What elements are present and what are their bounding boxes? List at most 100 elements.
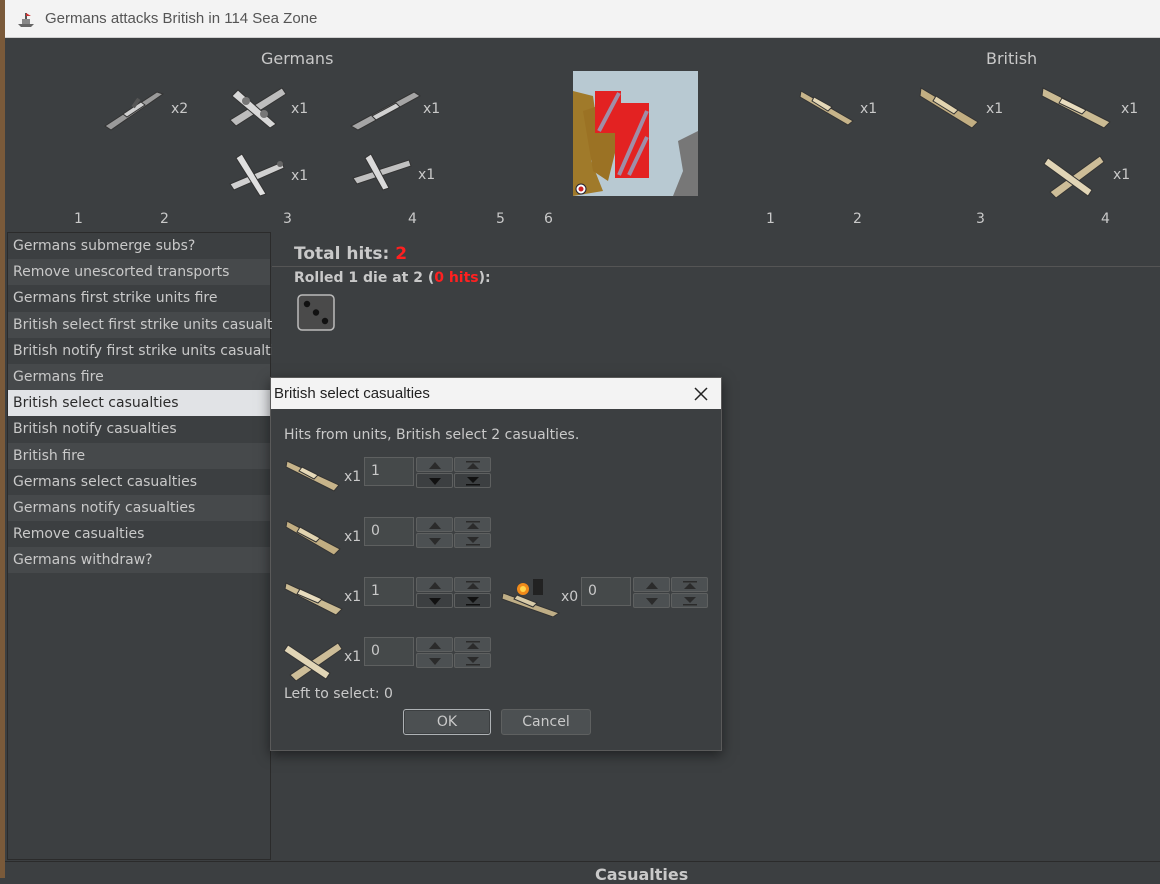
increment-button[interactable] — [416, 457, 453, 472]
min-button[interactable] — [454, 533, 491, 548]
battle-window: Germans attacks British in 114 Sea Zone … — [0, 0, 1160, 884]
casualty-row-fighter: x1 0 — [284, 637, 504, 681]
unit-count: x1 — [344, 649, 362, 665]
down-arrow-icon — [645, 597, 658, 605]
max-button[interactable] — [454, 637, 491, 652]
min-button[interactable] — [671, 593, 708, 608]
casualty-count-input[interactable]: 1 — [364, 577, 414, 606]
unit-count: x2 — [171, 101, 189, 117]
bomber-icon — [229, 87, 287, 129]
cruiser-icon — [919, 87, 979, 129]
unit-count: x1 — [344, 589, 362, 605]
dialog-message: Hits from units, British select 2 casual… — [284, 427, 580, 443]
down-arrow-icon — [428, 537, 441, 545]
max-button[interactable] — [454, 457, 491, 472]
decrement-button[interactable] — [416, 533, 453, 548]
increment-button[interactable] — [633, 577, 670, 592]
total-hits-value: 2 — [395, 244, 408, 264]
max-button[interactable] — [454, 517, 491, 532]
divider — [272, 266, 1160, 267]
min-button[interactable] — [454, 653, 491, 668]
min-arrow-icon — [682, 596, 697, 605]
max-arrow-icon — [465, 640, 480, 649]
step-item[interactable]: British notify casualties — [8, 416, 270, 442]
unit-count: x1 — [344, 469, 362, 485]
left-to-select: Left to select: 0 — [284, 686, 393, 702]
unit-count: x0 — [561, 589, 579, 605]
decrement-button[interactable] — [416, 653, 453, 668]
increment-button[interactable] — [416, 637, 453, 652]
british-cruiser-unit: x1 — [918, 80, 1038, 140]
unit-count: x1 — [1113, 167, 1131, 183]
cancel-button[interactable]: Cancel — [501, 709, 591, 735]
increment-button[interactable] — [416, 517, 453, 532]
casualty-count-input[interactable]: 0 — [364, 637, 414, 666]
min-button[interactable] — [454, 473, 491, 488]
increment-button[interactable] — [416, 577, 453, 592]
casualty-count-input[interactable]: 1 — [364, 457, 414, 486]
british-dice-axis-label: 3 — [976, 211, 985, 227]
casualties-bar: Casualties — [5, 861, 1160, 884]
step-item[interactable]: Germans withdraw? — [8, 547, 270, 574]
cruiser-icon — [285, 520, 341, 556]
max-arrow-icon — [465, 580, 480, 589]
step-item-selected[interactable]: British select casualties — [8, 390, 270, 417]
german-bomber-unit: x1 — [224, 76, 344, 136]
roll-summary-suffix: ): — [478, 270, 491, 286]
casualties-label: Casualties — [595, 865, 689, 884]
die-icon — [297, 294, 335, 331]
step-item[interactable]: Germans notify casualties — [8, 494, 270, 522]
casualty-row-damaged-battleship: x0 0 — [501, 577, 721, 617]
casualty-count-input[interactable]: 0 — [364, 517, 414, 546]
decrement-button[interactable] — [416, 473, 453, 488]
battle-units-area: Germans British x2 x1 x1 x1 x1 x1 x1 x1 … — [5, 38, 1160, 228]
step-item[interactable]: Germans fire — [8, 363, 270, 391]
max-button[interactable] — [454, 577, 491, 592]
casualty-row-destroyer: x1 1 — [284, 457, 504, 497]
close-icon[interactable] — [689, 382, 713, 406]
stepper — [416, 517, 494, 549]
cruiser-icon — [349, 91, 421, 131]
british-dice-axis-label: 4 — [1101, 211, 1110, 227]
stepper — [633, 577, 711, 609]
unit-count: x1 — [1121, 101, 1139, 117]
up-arrow-icon — [428, 521, 441, 529]
destroyer-icon — [799, 90, 854, 126]
sea-zone-map — [573, 71, 698, 196]
step-item[interactable]: Germans first strike units fire — [8, 285, 270, 311]
german-dice-axis-label: 1 — [74, 211, 83, 227]
unit-count: x1 — [291, 101, 309, 117]
step-item[interactable]: British notify first strike units casual… — [8, 338, 290, 364]
step-item[interactable]: Germans submerge subs? — [8, 233, 270, 259]
step-item[interactable]: British fire — [8, 442, 270, 469]
casualty-row-battleship: x1 1 — [284, 577, 504, 617]
min-arrow-icon — [465, 476, 480, 485]
step-item[interactable]: Remove casualties — [8, 521, 270, 547]
select-casualties-dialog: British select casualties Hits from unit… — [270, 377, 722, 751]
tactical-bomber-icon — [352, 153, 412, 191]
min-button[interactable] — [454, 593, 491, 608]
min-arrow-icon — [465, 596, 480, 605]
step-item[interactable]: British select first strike units casual… — [8, 311, 292, 338]
british-label: British — [986, 49, 1038, 68]
min-arrow-icon — [465, 656, 480, 665]
british-battleship-unit: x1 — [1040, 80, 1160, 140]
max-arrow-icon — [682, 580, 697, 589]
step-item[interactable]: Germans select casualties — [8, 469, 270, 495]
max-button[interactable] — [671, 577, 708, 592]
casualty-count-input[interactable]: 0 — [581, 577, 631, 606]
total-hits-label: Total hits: — [294, 244, 396, 264]
british-dice-axis-label: 2 — [853, 211, 862, 227]
ok-button[interactable]: OK — [403, 709, 491, 735]
window-title: Germans attacks British in 114 Sea Zone — [45, 10, 318, 27]
stepper — [416, 577, 494, 609]
up-arrow-icon — [645, 581, 658, 589]
decrement-button[interactable] — [416, 593, 453, 608]
decrement-button[interactable] — [633, 593, 670, 608]
unit-count: x1 — [418, 167, 436, 183]
unit-count: x1 — [291, 168, 309, 184]
casualty-row-cruiser: x1 0 — [284, 517, 504, 557]
down-arrow-icon — [428, 657, 441, 665]
german-cruiser-unit: x1 — [348, 82, 468, 142]
step-item[interactable]: Remove unescorted transports — [8, 259, 270, 286]
